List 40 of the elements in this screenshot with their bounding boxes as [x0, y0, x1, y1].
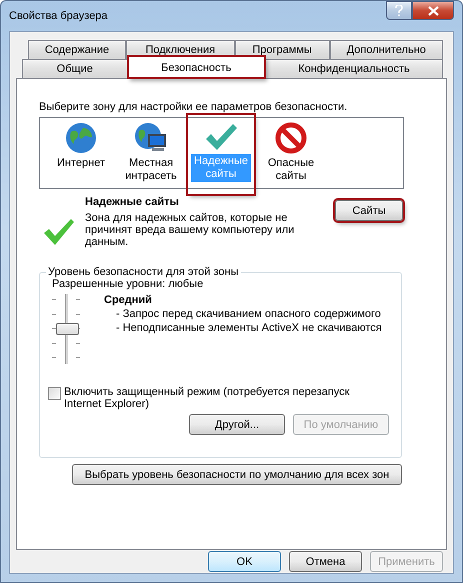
help-button[interactable] — [386, 1, 412, 20]
zone-label: Интернет — [56, 156, 106, 171]
zone-item[interactable]: Опасные сайты — [258, 118, 324, 188]
zone-label: Опасные сайты — [266, 156, 316, 184]
tab[interactable]: Дополнительно — [330, 40, 443, 59]
tab[interactable]: Общие — [22, 59, 128, 78]
reset-all-zones-button[interactable]: Выбрать уровень безопасности по умолчанию для всех зон — [72, 464, 402, 485]
question-icon — [395, 4, 403, 16]
zone-label: Местная интрасеть — [124, 156, 178, 184]
security-slider[interactable] — [52, 294, 82, 364]
group-legend: Уровень безопасности для этой зоны — [46, 266, 240, 278]
level-detail: - Запрос перед скачиванием опасного содержимого — [115, 308, 382, 320]
dialog-button[interactable]: OK — [208, 551, 281, 572]
window-title: Свойства браузера — [9, 10, 108, 22]
zone-label: Надежные сайты — [191, 154, 251, 182]
allowed-levels: Разрешенные уровни: любые — [51, 278, 204, 290]
protected-mode-label: Включить защищенный режим (потребуется перезапуск Internet Explorer) — [64, 386, 350, 410]
close-button[interactable] — [412, 1, 454, 20]
tab[interactable]: Безопасность — [128, 56, 265, 78]
check-icon — [204, 122, 238, 152]
tab[interactable]: Конфиденциальность — [264, 59, 444, 78]
tab[interactable]: Содержание — [28, 40, 126, 59]
close-icon — [428, 6, 438, 16]
custom-level-button[interactable]: Другой... — [189, 414, 285, 435]
zone-title: Надежные сайты — [85, 196, 180, 208]
sites-button[interactable]: Сайты — [335, 200, 403, 221]
tab[interactable]: Программы — [234, 40, 330, 59]
level-detail: - Неподписанные элементы ActiveX не скачиваются — [115, 322, 382, 334]
globe-monitor-icon — [134, 122, 168, 154]
level-name: Средний — [104, 294, 153, 306]
zone-item[interactable]: Интернет — [48, 118, 114, 188]
protected-mode-checkbox[interactable] — [48, 387, 61, 400]
zone-prompt: Выберите зону для настройки ее параметров безопасности. — [39, 101, 348, 113]
zone-item[interactable]: Местная интрасеть — [118, 118, 184, 188]
check-icon — [43, 218, 75, 246]
zone-description: Зона для надежных сайтов, которые не причинят вреда вашему компьютеру или данным. — [85, 212, 296, 248]
no-entry-icon — [275, 122, 307, 154]
dialog-button[interactable]: Отмена — [289, 551, 362, 572]
slider-thumb[interactable] — [56, 323, 79, 335]
globe-icon — [65, 122, 97, 154]
